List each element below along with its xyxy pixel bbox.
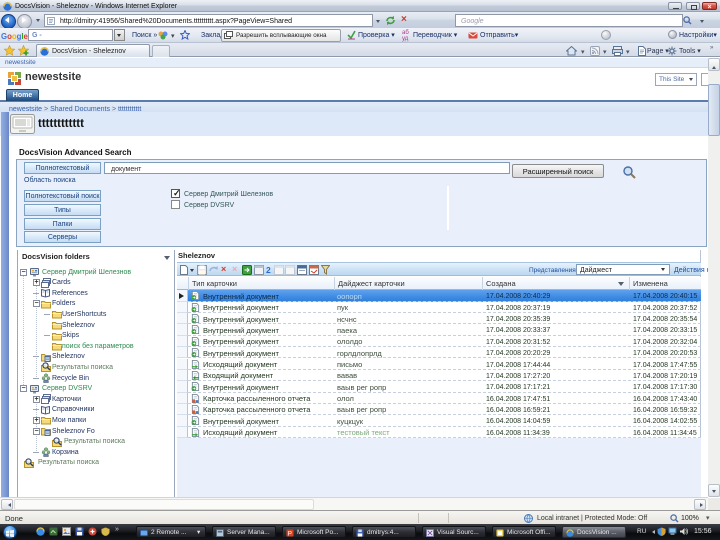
svg-text:P: P [288, 531, 292, 537]
